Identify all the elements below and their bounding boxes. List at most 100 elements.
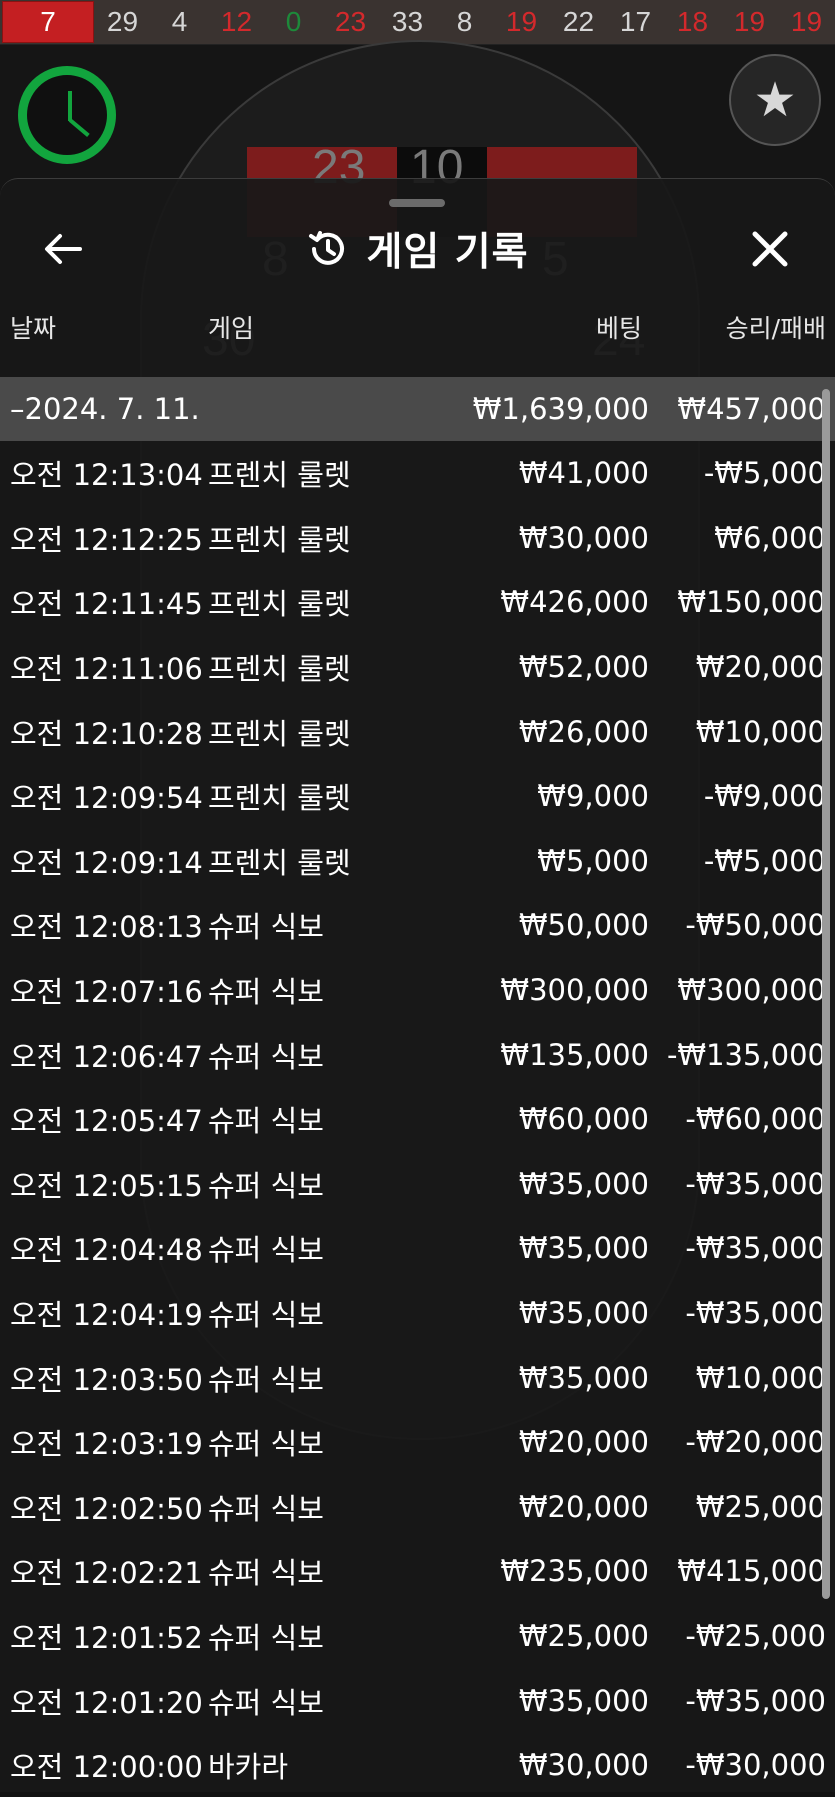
table-row[interactable]: 오전 12:13:04 프렌치 룰렛 ₩41,000 -₩5,000 xyxy=(0,441,835,506)
row-bet: ₩426,000 xyxy=(500,585,649,620)
row-bet: ₩35,000 xyxy=(518,1683,649,1718)
row-game: 프렌치 룰렛 xyxy=(208,652,351,687)
result-history-strip: 7 29 4 12 0 23 33 8 19 22 17 18 19 19 xyxy=(0,0,835,45)
row-time: 오전 12:06:47 xyxy=(10,1039,203,1074)
scrollbar[interactable] xyxy=(822,389,830,1599)
row-result: -₩135,000 xyxy=(666,1037,826,1072)
table-row[interactable]: 오전 12:10:28 프렌치 룰렛 ₩26,000 ₩10,000 xyxy=(0,699,835,764)
history-result-10: 17 xyxy=(619,6,652,37)
row-result: -₩20,000 xyxy=(685,1425,826,1460)
history-result-13: 19 xyxy=(790,6,823,37)
table-row[interactable]: 오전 12:03:50 슈퍼 식보 ₩35,000 ₩10,000 xyxy=(0,1345,835,1410)
table-row[interactable]: 오전 12:04:48 슈퍼 식보 ₩35,000 -₩35,000 xyxy=(0,1216,835,1281)
close-icon xyxy=(752,231,788,267)
table-row[interactable]: 오전 12:03:19 슈퍼 식보 ₩20,000 -₩20,000 xyxy=(0,1410,835,1475)
row-bet: ₩235,000 xyxy=(500,1554,649,1589)
row-game: 슈퍼 식보 xyxy=(208,910,324,945)
table-row[interactable]: 오전 12:04:19 슈퍼 식보 ₩35,000 -₩35,000 xyxy=(0,1281,835,1346)
row-time: 오전 12:09:54 xyxy=(10,781,203,816)
row-result: -₩35,000 xyxy=(685,1683,826,1718)
history-result-11: 18 xyxy=(676,6,709,37)
row-result: -₩35,000 xyxy=(685,1296,826,1331)
row-time: 오전 12:13:04 xyxy=(10,458,203,493)
row-result: ₩10,000 xyxy=(695,714,826,749)
row-bet: ₩26,000 xyxy=(518,714,649,749)
table-row[interactable]: 오전 12:02:50 슈퍼 식보 ₩20,000 ₩25,000 xyxy=(0,1475,835,1540)
close-button[interactable] xyxy=(745,224,795,274)
table-row[interactable]: 오전 12:07:16 슈퍼 식보 ₩300,000 ₩300,000 xyxy=(0,958,835,1023)
date-group-row[interactable]: –2024. 7. 11. ₩1,639,000 ₩457,000 xyxy=(0,377,835,441)
row-game: 슈퍼 식보 xyxy=(208,1685,324,1720)
drag-handle[interactable] xyxy=(389,199,445,207)
row-game: 슈퍼 식보 xyxy=(208,1168,324,1203)
row-bet: ₩20,000 xyxy=(518,1489,649,1524)
row-bet: ₩52,000 xyxy=(518,650,649,685)
row-game: 슈퍼 식보 xyxy=(208,1556,324,1591)
row-bet: ₩30,000 xyxy=(518,1748,649,1783)
history-result-12: 19 xyxy=(733,6,766,37)
row-game: 슈퍼 식보 xyxy=(208,1233,324,1268)
column-header-date: 날짜 xyxy=(10,314,57,343)
row-game: 슈퍼 식보 xyxy=(208,1427,324,1462)
row-time: 오전 12:07:16 xyxy=(10,975,203,1010)
row-bet: ₩35,000 xyxy=(518,1166,649,1201)
table-row[interactable]: 오전 12:02:21 슈퍼 식보 ₩235,000 ₩415,000 xyxy=(0,1539,835,1604)
row-bet: ₩30,000 xyxy=(518,520,649,555)
table-row[interactable]: 오전 12:11:45 프렌치 룰렛 ₩426,000 ₩150,000 xyxy=(0,570,835,635)
row-time: 오전 12:09:14 xyxy=(10,845,203,880)
row-game: 슈퍼 식보 xyxy=(208,1298,324,1333)
row-time: 오전 12:08:13 xyxy=(10,910,203,945)
history-table: –2024. 7. 11. ₩1,639,000 ₩457,000 오전 12:… xyxy=(0,377,835,1797)
row-result: ₩6,000 xyxy=(714,520,826,555)
table-row[interactable]: 오전 12:11:06 프렌치 룰렛 ₩52,000 ₩20,000 xyxy=(0,635,835,700)
row-bet: ₩35,000 xyxy=(518,1360,649,1395)
history-result-2: 4 xyxy=(171,6,188,37)
row-time: 오전 12:02:21 xyxy=(10,1556,203,1591)
history-result-8: 19 xyxy=(505,6,538,37)
row-bet: ₩60,000 xyxy=(518,1102,649,1137)
row-time: 오전 12:11:06 xyxy=(10,652,203,687)
row-bet: ₩9,000 xyxy=(537,779,649,814)
row-time: 오전 12:04:19 xyxy=(10,1298,203,1333)
row-bet: ₩135,000 xyxy=(500,1037,649,1072)
table-row[interactable]: 오전 12:09:54 프렌치 룰렛 ₩9,000 -₩9,000 xyxy=(0,764,835,829)
row-game: 슈퍼 식보 xyxy=(208,1104,324,1139)
column-header-bet: 베팅 xyxy=(595,314,642,343)
row-time: 오전 12:01:20 xyxy=(10,1685,203,1720)
table-row[interactable]: 오전 12:00:00 바카라 ₩30,000 -₩30,000 xyxy=(0,1733,835,1797)
date-group-total-bet: ₩1,639,000 xyxy=(472,392,649,426)
row-game: 슈퍼 식보 xyxy=(208,1620,324,1655)
row-bet: ₩20,000 xyxy=(518,1425,649,1460)
table-row[interactable]: 오전 12:05:47 슈퍼 식보 ₩60,000 -₩60,000 xyxy=(0,1087,835,1152)
table-row[interactable]: 오전 12:09:14 프렌치 룰렛 ₩5,000 -₩5,000 xyxy=(0,829,835,894)
row-time: 오전 12:04:48 xyxy=(10,1233,203,1268)
favorite-button[interactable]: ★ xyxy=(729,54,821,146)
table-row[interactable]: 오전 12:01:20 슈퍼 식보 ₩35,000 -₩35,000 xyxy=(0,1668,835,1733)
table-row[interactable]: 오전 12:05:15 슈퍼 식보 ₩35,000 -₩35,000 xyxy=(0,1152,835,1217)
table-row[interactable]: 오전 12:01:52 슈퍼 식보 ₩25,000 -₩25,000 xyxy=(0,1604,835,1669)
row-result: ₩25,000 xyxy=(695,1489,826,1524)
history-result-1: 29 xyxy=(106,6,139,37)
row-game: 슈퍼 식보 xyxy=(208,1039,324,1074)
panel-header: 게임 기록 xyxy=(0,219,835,279)
row-game: 프렌치 룰렛 xyxy=(208,458,351,493)
history-result-3: 12 xyxy=(220,6,253,37)
row-time: 오전 12:02:50 xyxy=(10,1491,203,1526)
row-game: 프렌치 룰렛 xyxy=(208,716,351,751)
page-title: 게임 기록 xyxy=(366,230,529,275)
table-row[interactable]: 오전 12:12:25 프렌치 룰렛 ₩30,000 ₩6,000 xyxy=(0,506,835,571)
table-row[interactable]: 오전 12:06:47 슈퍼 식보 ₩135,000 -₩135,000 xyxy=(0,1022,835,1087)
history-row-list: 오전 12:13:04 프렌치 룰렛 ₩41,000 -₩5,000 오전 12:12:… xyxy=(0,441,835,1797)
row-time: 오전 12:03:50 xyxy=(10,1362,203,1397)
row-result: -₩50,000 xyxy=(685,908,826,943)
row-time: 오전 12:05:47 xyxy=(10,1104,203,1139)
row-game: 슈퍼 식보 xyxy=(208,1491,324,1526)
row-result: -₩25,000 xyxy=(685,1618,826,1653)
row-result: ₩10,000 xyxy=(695,1360,826,1395)
row-result: -₩60,000 xyxy=(685,1102,826,1137)
table-row[interactable]: 오전 12:08:13 슈퍼 식보 ₩50,000 -₩50,000 xyxy=(0,893,835,958)
history-clock-icon xyxy=(309,231,345,265)
clock-icon xyxy=(68,91,72,121)
row-result: -₩35,000 xyxy=(685,1231,826,1266)
row-time: 오전 12:01:52 xyxy=(10,1620,203,1655)
